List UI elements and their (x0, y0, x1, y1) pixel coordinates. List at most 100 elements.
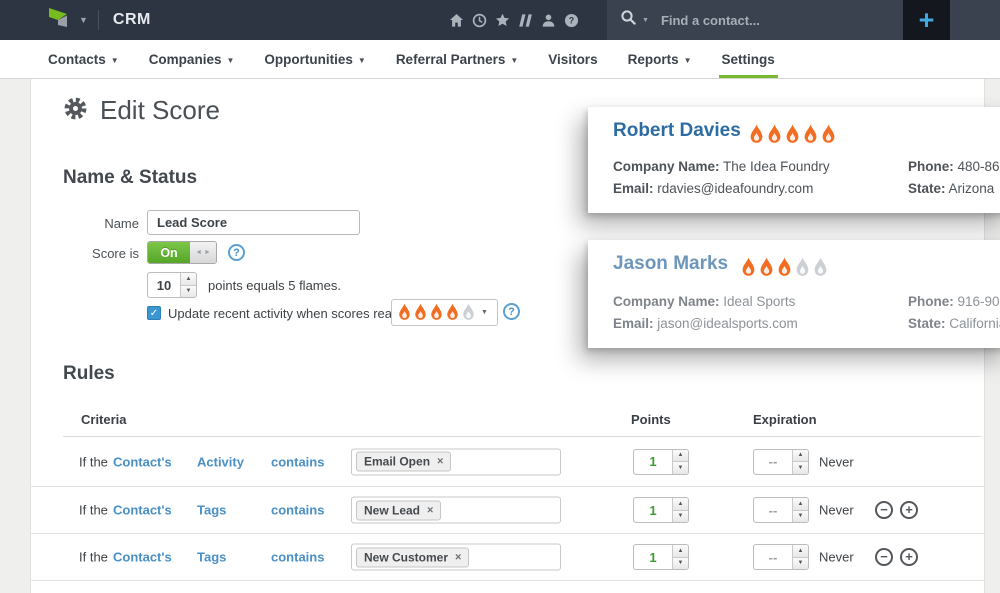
contact-name: Jason Marks (613, 253, 728, 275)
rule-field-link[interactable]: Tags (197, 503, 226, 518)
tag-chip: New Customer× (356, 547, 469, 567)
tab-reports[interactable]: Reports▼ (628, 40, 692, 78)
add-rule-button[interactable]: + (900, 548, 918, 566)
star-icon[interactable] (495, 13, 510, 28)
rule-row: If the Contact's Activity contains Email… (31, 437, 984, 487)
state-field: State: California (908, 316, 1000, 331)
help-icon[interactable]: ? (564, 13, 579, 28)
score-help-icon[interactable]: ? (228, 244, 245, 261)
rule-tag-input[interactable]: New Lead× (351, 497, 561, 524)
stepper-down-icon[interactable]: ▼ (793, 558, 808, 570)
tab-settings[interactable]: Settings▼ (722, 40, 775, 78)
points-equals-text: points equals 5 flames. (208, 278, 341, 293)
contacts-icon[interactable] (541, 13, 556, 28)
tab-visitors[interactable]: Visitors▼ (548, 40, 597, 78)
update-activity-checkbox[interactable]: ✓ (147, 306, 161, 320)
phone-field: Phone: 916-903-57 (908, 294, 1000, 309)
rule-operator-link[interactable]: contains (271, 503, 324, 518)
main-nav-tabs: Contacts▼ Companies▼ Opportunities▼ Refe… (0, 40, 1000, 79)
rule-operator-link[interactable]: contains (271, 550, 324, 565)
tab-contacts[interactable]: Contacts▼ (48, 40, 119, 78)
stepper-down-icon[interactable]: ▼ (673, 462, 688, 474)
update-activity-label: Update recent activity when scores reach (168, 306, 406, 321)
chevron-down-icon: ▼ (111, 56, 119, 65)
brand-chevron-down-icon[interactable]: ▼ (79, 15, 88, 25)
rule-expiration-text: Never (819, 454, 854, 469)
stepper-up-icon[interactable]: ▲ (673, 498, 688, 511)
chevron-down-icon: ▼ (684, 56, 692, 65)
rule-points-stepper[interactable]: 1 ▲▼ (633, 449, 689, 475)
clock-icon[interactable] (472, 13, 487, 28)
stepper-down-icon[interactable]: ▼ (673, 558, 688, 570)
svg-text:?: ? (569, 15, 574, 25)
tab-referral-partners[interactable]: Referral Partners▼ (396, 40, 518, 78)
contact-score-flames (740, 257, 829, 278)
chevron-down-icon: ▼ (358, 56, 366, 65)
stepper-arrows[interactable]: ▲▼ (180, 273, 196, 297)
rules-heading: Rules (63, 363, 115, 385)
rule-points-value[interactable]: 1 (634, 450, 672, 474)
stepper-down-icon[interactable]: ▼ (181, 286, 196, 298)
score-on-off-toggle[interactable]: On ◄ ► (147, 241, 217, 264)
stepper-up-icon[interactable]: ▲ (793, 545, 808, 558)
stepper-down-icon[interactable]: ▼ (673, 511, 688, 523)
chevron-down-icon: ▼ (226, 56, 234, 65)
rule-subject-link[interactable]: Contact's (113, 503, 172, 518)
rule-expiration-stepper[interactable]: -- ▲▼ (753, 497, 809, 523)
points-per-flame-value[interactable]: 10 (148, 273, 180, 297)
rule-subject-link[interactable]: Contact's (113, 550, 172, 565)
toggle-slider-arrows-icon[interactable]: ◄ ► (190, 242, 216, 263)
tab-companies[interactable]: Companies▼ (149, 40, 235, 78)
email-field: Email: rdavies@ideafoundry.com (613, 181, 813, 196)
brand-area[interactable]: ▼ CRM (46, 0, 151, 40)
flames-threshold-select[interactable]: ▼ (391, 299, 498, 326)
add-rule-button[interactable]: + (900, 501, 918, 519)
score-is-label: Score is (63, 246, 139, 261)
contact-search-box[interactable]: ▼ Find a contact... (607, 0, 903, 40)
points-per-flame-stepper[interactable]: 10 ▲▼ (147, 272, 197, 298)
phone-field: Phone: 480-867-53 (908, 159, 1000, 174)
search-icon (620, 9, 637, 31)
flames-help-icon[interactable]: ? (503, 303, 520, 320)
rule-tag-input[interactable]: New Customer× (351, 544, 561, 571)
rule-expiration-value[interactable]: -- (754, 498, 792, 522)
stepper-up-icon[interactable]: ▲ (181, 273, 196, 286)
rule-points-stepper[interactable]: 1 ▲▼ (633, 497, 689, 523)
add-button[interactable]: + (903, 0, 950, 40)
tab-opportunities[interactable]: Opportunities▼ (264, 40, 365, 78)
rule-points-value[interactable]: 1 (634, 545, 672, 569)
rule-field-link[interactable]: Tags (197, 550, 226, 565)
rule-expiration-value[interactable]: -- (754, 545, 792, 569)
toggle-on-segment[interactable]: On (148, 242, 190, 263)
rule-row: If the Contact's Tags contains New Lead×… (31, 487, 984, 534)
rule-field-link[interactable]: Activity (197, 454, 244, 469)
home-icon[interactable] (449, 13, 464, 28)
rule-operator-link[interactable]: contains (271, 454, 324, 469)
tag-remove-icon[interactable]: × (427, 504, 433, 516)
search-scope-caret-icon[interactable]: ▼ (642, 17, 649, 24)
rule-expiration-text: Never (819, 503, 854, 518)
rule-expiration-stepper[interactable]: -- ▲▼ (753, 449, 809, 475)
stepper-up-icon[interactable]: ▲ (673, 450, 688, 463)
top-navbar: ▼ CRM ? ▼ Find a contact... + (0, 0, 1000, 40)
rule-expiration-text: Never (819, 550, 854, 565)
remove-rule-button[interactable]: − (875, 501, 893, 519)
app-title: CRM (113, 11, 151, 29)
rule-points-value[interactable]: 1 (634, 498, 672, 522)
stepper-up-icon[interactable]: ▲ (793, 450, 808, 463)
search-placeholder: Find a contact... (661, 13, 760, 28)
rule-expiration-stepper[interactable]: -- ▲▼ (753, 544, 809, 570)
remove-rule-button[interactable]: − (875, 548, 893, 566)
stepper-down-icon[interactable]: ▼ (793, 462, 808, 474)
stepper-down-icon[interactable]: ▼ (793, 511, 808, 523)
tag-remove-icon[interactable]: × (437, 456, 443, 468)
campaigns-icon[interactable] (518, 13, 533, 28)
tag-remove-icon[interactable]: × (455, 551, 461, 563)
stepper-up-icon[interactable]: ▲ (793, 498, 808, 511)
rule-expiration-value[interactable]: -- (754, 450, 792, 474)
rule-points-stepper[interactable]: 1 ▲▼ (633, 544, 689, 570)
rule-tag-input[interactable]: Email Open× (351, 448, 561, 475)
score-name-input[interactable]: Lead Score (147, 210, 360, 235)
stepper-up-icon[interactable]: ▲ (673, 545, 688, 558)
rule-subject-link[interactable]: Contact's (113, 454, 172, 469)
